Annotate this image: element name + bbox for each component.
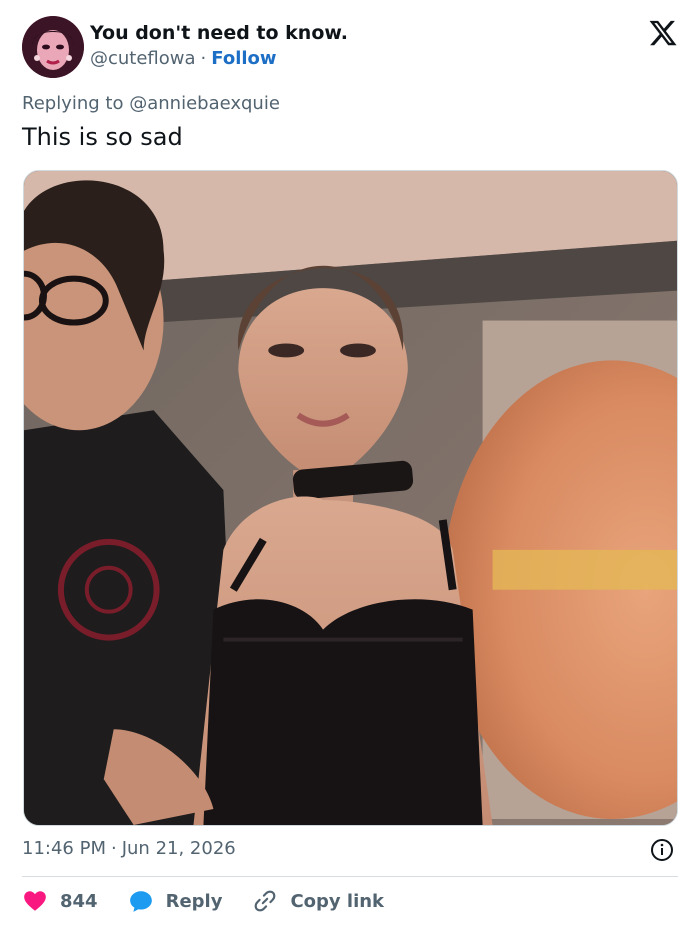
speech-bubble-icon [129,891,152,912]
reply-target-handle[interactable]: @anniebaexquie [129,93,280,114]
handle-separator: · [200,48,207,69]
author-display-name[interactable]: You don't need to know. [90,22,348,44]
x-logo-icon[interactable] [648,18,678,48]
reply-context-prefix: Replying to [22,93,124,114]
photo-image [24,171,677,825]
like-count: 844 [60,890,98,912]
author-handle-row: @cuteflowa · Follow [90,48,277,69]
copy-link-button[interactable]: Copy link [252,888,384,914]
reply-label: Reply [165,890,223,912]
reply-context: Replying to @anniebaexquie [22,93,280,114]
reply-button[interactable]: Reply [128,888,223,914]
link-icon [255,890,276,912]
tweet-photo[interactable] [23,170,678,826]
tweet-actions: 844 Reply Copy link [22,886,414,916]
follow-button[interactable]: Follow [211,48,276,69]
timestamp-separator: · [110,838,117,859]
tweet-card: You don't need to know. @cuteflowa · Follo… [0,0,700,929]
author-handle[interactable]: @cuteflowa [90,48,196,69]
actions-divider [22,876,678,877]
tweet-time: 11:46 PM [22,838,106,859]
avatar-image [22,16,84,78]
copy-link-label: Copy link [290,890,385,912]
heart-icon [24,891,46,911]
like-button[interactable]: 844 [22,888,98,914]
tweet-text: This is so sad [22,123,183,151]
tweet-timestamp[interactable]: 11:46 PM · Jun 21, 2026 [22,838,236,859]
tweet-date: Jun 21, 2026 [121,838,236,859]
info-icon[interactable] [650,838,674,862]
avatar[interactable] [22,16,84,78]
